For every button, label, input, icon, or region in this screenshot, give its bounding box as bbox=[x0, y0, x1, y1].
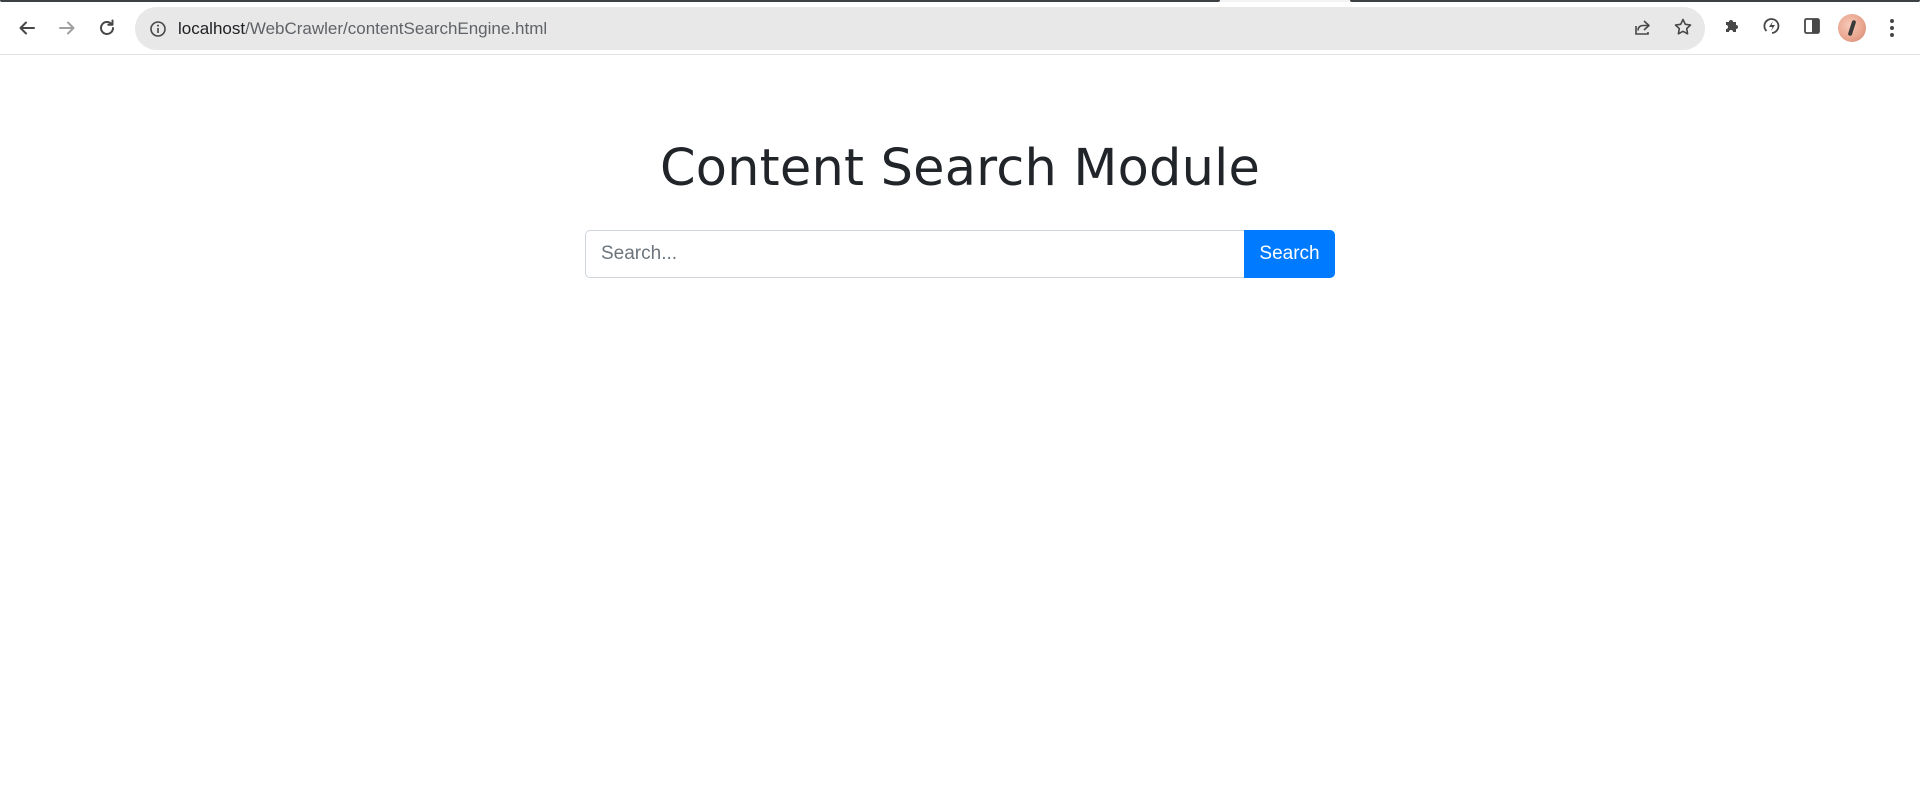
arrow-left-icon bbox=[17, 18, 37, 38]
address-bar[interactable]: localhost/WebCrawler/contentSearchEngine… bbox=[135, 7, 1705, 50]
search-button[interactable]: Search bbox=[1244, 230, 1335, 278]
info-icon[interactable] bbox=[148, 19, 168, 39]
search-form: Search bbox=[585, 230, 1335, 278]
kebab-menu-icon bbox=[1890, 26, 1894, 30]
reload-icon bbox=[97, 18, 117, 38]
browser-menu-button[interactable] bbox=[1880, 12, 1904, 44]
page-title: Content Search Module bbox=[659, 139, 1261, 198]
search-input[interactable] bbox=[585, 230, 1244, 278]
kebab-menu-icon bbox=[1890, 19, 1894, 23]
active-tab-edge bbox=[0, 0, 1220, 2]
url-text[interactable]: localhost/WebCrawler/contentSearchEngine… bbox=[178, 19, 547, 39]
reload-button[interactable] bbox=[91, 12, 123, 44]
back-button[interactable] bbox=[11, 12, 43, 44]
inactive-tab-edge bbox=[1350, 0, 1920, 2]
extensions-button[interactable] bbox=[1716, 12, 1748, 44]
browser-toolbar: localhost/WebCrawler/contentSearchEngine… bbox=[0, 0, 1920, 55]
side-panel-button[interactable] bbox=[1796, 12, 1828, 44]
url-host: localhost bbox=[178, 18, 246, 38]
puzzle-icon bbox=[1722, 16, 1742, 41]
avatar-mark bbox=[1847, 19, 1857, 37]
forward-button[interactable] bbox=[51, 12, 83, 44]
share-button[interactable] bbox=[1629, 15, 1657, 43]
bookmark-button[interactable] bbox=[1669, 15, 1697, 43]
url-path: /WebCrawler/contentSearchEngine.html bbox=[245, 18, 548, 38]
side-panel-icon bbox=[1802, 16, 1822, 41]
page-body: Content Search Module Search bbox=[0, 55, 1920, 802]
extension-app-button[interactable] bbox=[1756, 12, 1788, 44]
star-icon bbox=[1673, 17, 1693, 42]
circular-bolt-icon bbox=[1762, 16, 1782, 41]
avatar[interactable] bbox=[1838, 14, 1866, 42]
share-icon bbox=[1633, 17, 1653, 42]
kebab-menu-icon bbox=[1890, 33, 1894, 37]
arrow-right-icon bbox=[57, 18, 77, 38]
